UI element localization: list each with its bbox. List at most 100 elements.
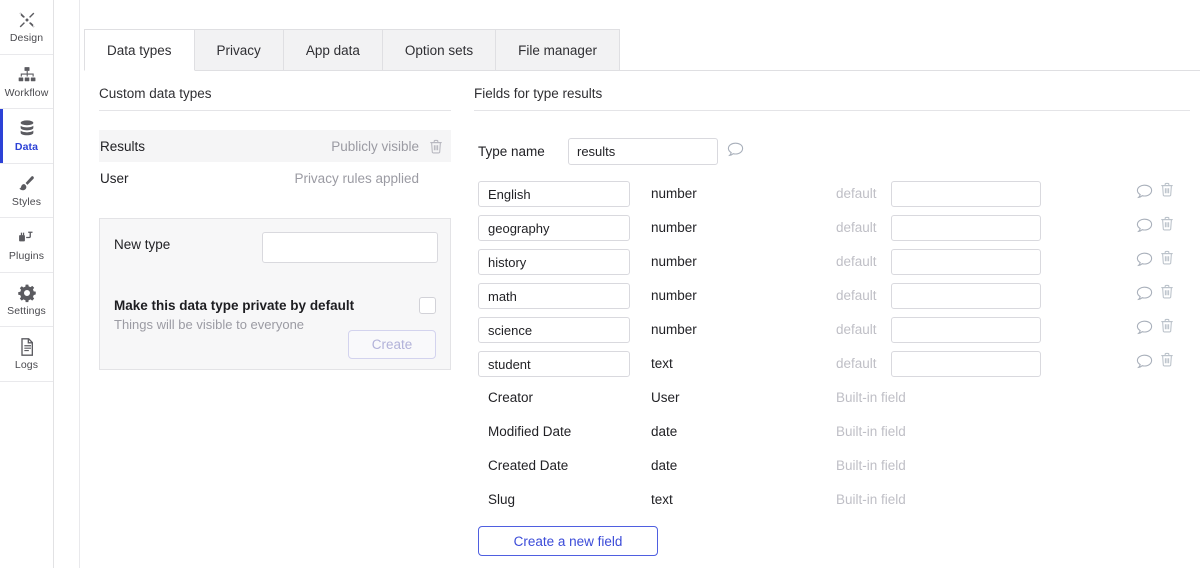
workflow-icon	[17, 64, 37, 86]
tab-app-data[interactable]: App data	[282, 29, 383, 71]
private-by-default-checkbox[interactable]	[419, 297, 436, 314]
field-default-label: default	[836, 254, 877, 269]
create-a-new-field-button[interactable]: Create a new field	[478, 526, 658, 556]
plugins-icon	[17, 227, 37, 249]
field-type: number	[651, 288, 697, 303]
design-tools-icon	[17, 9, 37, 31]
fields-for-type-rule	[474, 110, 1190, 111]
sidebar-item-logs[interactable]: Logs	[0, 327, 53, 382]
field-row: Slug text Built-in field	[478, 487, 1190, 521]
sidebar-item-label: Design	[9, 32, 44, 45]
field-default-input[interactable]	[891, 181, 1041, 207]
field-default-input[interactable]	[891, 283, 1041, 309]
type-name-label: Type name	[478, 144, 545, 159]
sidebar-item-data[interactable]: Data	[0, 109, 53, 164]
type-name-input[interactable]	[568, 138, 718, 165]
field-row: Modified Date date Built-in field	[478, 419, 1190, 453]
sidebar-item-label: Workflow	[4, 86, 49, 99]
custom-data-types-rule	[99, 110, 451, 111]
type-name-comment-icon[interactable]	[727, 142, 744, 157]
data-type-privacy-status: Publicly visible	[331, 138, 419, 154]
field-type: text	[651, 356, 673, 371]
tab-option-sets[interactable]: Option sets	[381, 29, 497, 71]
field-row: number default	[478, 215, 1190, 249]
tab-data-types[interactable]: Data types	[84, 29, 195, 71]
gear-icon	[17, 282, 37, 304]
sidebar-item-settings[interactable]: Settings	[0, 273, 53, 327]
trash-icon[interactable]	[1160, 352, 1174, 367]
field-row: number default	[478, 283, 1190, 317]
sidebar-item-label: Settings	[7, 304, 46, 317]
sidebar-item-label: Styles	[11, 195, 42, 208]
main-tabs: Data types Privacy App data Option sets File…	[84, 29, 620, 71]
trash-icon[interactable]	[429, 139, 443, 154]
trash-icon[interactable]	[1160, 216, 1174, 231]
sidebar-item-label: Logs	[14, 359, 39, 372]
private-by-default-sublabel: Things will be visible to everyone	[114, 317, 305, 332]
document-icon	[17, 336, 37, 358]
data-type-name: User	[100, 170, 129, 186]
comment-icon[interactable]	[1136, 354, 1153, 369]
data-type-privacy-status: Privacy rules applied	[294, 170, 419, 186]
tab-label: File manager	[518, 42, 597, 58]
field-row: number default	[478, 249, 1190, 283]
tab-label: Privacy	[216, 42, 261, 58]
field-name-input[interactable]	[478, 249, 630, 275]
app-root: Design Workflow Data Styles Plugins Settings L…	[0, 0, 1200, 568]
create-type-button[interactable]: Create	[348, 330, 436, 359]
comment-icon[interactable]	[1136, 252, 1153, 267]
field-row: text default	[478, 351, 1190, 385]
comment-icon[interactable]	[1136, 320, 1153, 335]
comment-icon[interactable]	[1136, 218, 1153, 233]
field-type: number	[651, 322, 697, 337]
sidebar-item-styles[interactable]: Styles	[0, 164, 53, 218]
sidebar-item-design[interactable]: Design	[0, 0, 53, 55]
fields-for-type-title: Fields for type results	[474, 86, 603, 101]
field-name-input[interactable]	[478, 283, 630, 309]
new-type-input[interactable]	[262, 232, 438, 263]
field-default-label: default	[836, 322, 877, 337]
field-default-input[interactable]	[891, 317, 1041, 343]
data-type-name: Results	[100, 138, 146, 154]
trash-icon[interactable]	[1160, 284, 1174, 299]
trash-icon[interactable]	[1160, 318, 1174, 333]
field-type: date	[651, 458, 678, 473]
tab-label: App data	[305, 42, 360, 58]
field-default-input[interactable]	[891, 351, 1041, 377]
field-row: Created Date date Built-in field	[478, 453, 1190, 487]
trash-icon[interactable]	[1160, 250, 1174, 265]
new-type-label: New type	[114, 237, 171, 252]
field-default-input[interactable]	[891, 249, 1041, 275]
field-name-input[interactable]	[478, 317, 630, 343]
field-default-label: default	[836, 186, 877, 201]
tab-file-manager[interactable]: File manager	[495, 29, 620, 71]
fields-list: numberdefaultnumberdefaultnumberdefaultn…	[478, 181, 1190, 521]
field-default-input[interactable]	[891, 215, 1041, 241]
data-type-row[interactable]: User Privacy rules applied	[99, 162, 451, 194]
field-name-input[interactable]	[478, 181, 630, 207]
field-name-input[interactable]	[478, 351, 630, 377]
field-name-static: Creator	[488, 390, 534, 405]
field-type: number	[651, 220, 697, 235]
field-row: number default	[478, 317, 1190, 351]
field-builtin-label: Built-in field	[836, 424, 906, 439]
comment-icon[interactable]	[1136, 286, 1153, 301]
sidebar-item-workflow[interactable]: Workflow	[0, 55, 53, 109]
field-default-label: default	[836, 288, 877, 303]
field-default-label: default	[836, 356, 877, 371]
field-name-input[interactable]	[478, 215, 630, 241]
field-name-static: Slug	[488, 492, 516, 507]
tab-label: Data types	[107, 42, 172, 58]
field-builtin-label: Built-in field	[836, 492, 906, 507]
sidebar-item-plugins[interactable]: Plugins	[0, 218, 53, 273]
sidebar-item-label: Plugins	[8, 250, 45, 263]
comment-icon[interactable]	[1136, 184, 1153, 199]
field-row: Creator User Built-in field	[478, 385, 1190, 419]
data-type-row[interactable]: Results Publicly visible	[99, 130, 451, 162]
tab-privacy[interactable]: Privacy	[193, 29, 284, 71]
trash-icon[interactable]	[1160, 182, 1174, 197]
tab-label: Option sets	[404, 42, 474, 58]
private-by-default-label: Make this data type private by default	[114, 298, 355, 313]
field-default-label: default	[836, 220, 877, 235]
paintbrush-icon	[17, 173, 37, 195]
